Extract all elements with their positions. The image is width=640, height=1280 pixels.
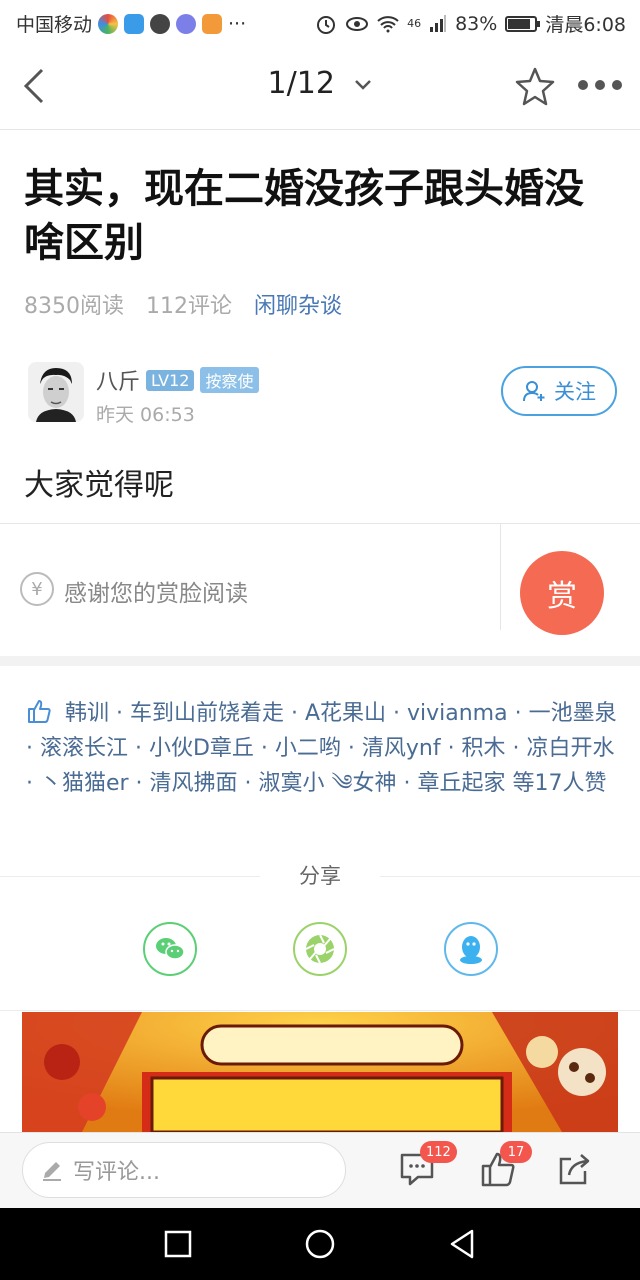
comments-button[interactable]: 112 [398,1141,457,1189]
reward-button[interactable]: 赏 [520,551,604,635]
article-title: 其实，现在二婚没孩子跟头婚没啥区别 [24,166,584,266]
wechat-icon [156,938,185,960]
likes-text[interactable]: 韩训 · 车到山前饶着走 · A花果山 · vivianma · 一池墨泉 · … [26,701,617,796]
moments-icon [305,934,335,964]
like-button[interactable]: 17 [478,1141,532,1189]
status-left: 中国移动 ··· [16,10,246,37]
comment-count-badge: 112 [420,1141,457,1163]
hotpot-festival-banner-image [22,1012,618,1132]
share-qq-button[interactable] [444,922,498,976]
status-right: 46 83% 清晨6:08 [315,10,626,37]
pencil-icon [43,1162,61,1181]
role-badge: 按察使 [200,367,259,393]
author-name-row: 八斤 LV12 按察使 [96,364,259,396]
back-triangle-icon[interactable] [446,1228,478,1260]
video-notification-icon [202,13,223,34]
more-notifications: ··· [228,12,247,35]
add-user-icon [523,381,545,402]
clock: 清晨6:08 [545,14,626,36]
article-meta: 8350阅读 112评论 闲聊杂谈 [24,288,342,320]
status-bar: 中国移动 ··· 46 83% 清晨6:08 [0,0,640,44]
comment-placeholder: 写评论... [73,1160,160,1185]
reward-section: ¥ 感谢您的赏脸阅读 赏 [0,524,640,656]
post-time: 昨天 06:53 [96,404,195,426]
more-options-icon[interactable] [578,80,622,92]
chevron-down-icon [355,79,372,90]
article-body: 大家觉得呢 [24,468,174,503]
share-label: 分享 [260,860,380,890]
share-moments-button[interactable] [293,922,347,976]
eye-comfort-icon [346,16,369,31]
recent-apps-icon[interactable] [162,1228,194,1260]
app-notification-icon [98,13,119,34]
home-icon[interactable] [304,1228,336,1260]
author-row: 八斤 LV12 按察使 昨天 06:53 关注 [24,362,624,426]
music-notification-icon [176,13,197,34]
top-bar: 1/12 [0,44,640,130]
comment-input[interactable]: 写评论... [22,1142,346,1198]
author-name[interactable]: 八斤 [96,364,140,396]
level-badge: LV12 [146,369,195,391]
system-nav-bar [0,1208,640,1280]
follow-label: 关注 [554,380,596,404]
network-type: 46 [407,17,422,30]
category-link[interactable]: 闲聊杂谈 [254,288,342,320]
comment-count: 112评论 [146,294,232,319]
qq-penguin-icon [460,936,482,964]
avatar[interactable] [28,362,84,422]
thumbs-up-icon [28,700,51,723]
share-arrow-icon [559,1154,590,1185]
like-count-badge: 17 [500,1141,532,1163]
alarm-icon [317,15,336,34]
ad-banner[interactable] [22,1012,618,1132]
app-notification-icon [150,13,171,34]
divider [500,524,501,630]
battery-percent: 83% [455,12,498,35]
favorite-star-icon[interactable] [515,66,555,106]
section-gap [0,656,640,666]
carrier-label: 中国移动 [16,14,93,36]
divider [0,1010,640,1011]
likes-list: 韩训 · 车到山前饶着走 · A花果山 · vivianma · 一池墨泉 · … [26,696,622,801]
read-count: 8350阅读 [24,294,124,319]
share-button[interactable] [555,1149,595,1189]
follow-button[interactable]: 关注 [501,366,617,416]
wifi-icon [377,15,399,32]
bottom-bar: 写评论... 112 17 [0,1132,640,1208]
app-notification-icon [124,13,145,34]
battery-icon [505,15,541,32]
reward-text: 感谢您的赏脸阅读 [64,581,248,607]
share-wechat-button[interactable] [143,922,197,976]
yen-icon: ¥ [20,572,54,606]
page-indicator-label: 1/12 [267,66,335,101]
signal-icon [430,14,447,32]
